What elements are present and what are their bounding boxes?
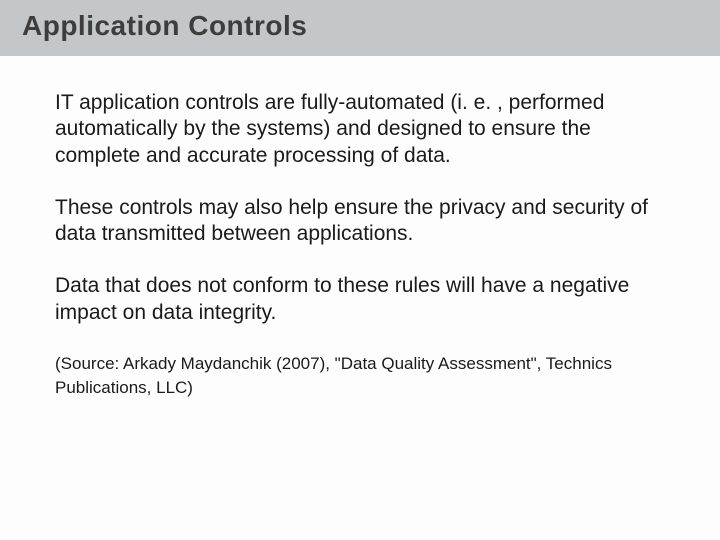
title-band: Application Controls [0,0,720,56]
paragraph-2: These controls may also help ensure the … [55,195,665,248]
paragraph-3: Data that does not conform to these rule… [55,273,665,326]
slide: Application Controls IT application cont… [0,0,720,540]
paragraph-1: IT application controls are fully-automa… [55,90,665,169]
source-citation: (Source: Arkady Maydanchik (2007), "Data… [55,352,665,401]
slide-body: IT application controls are fully-automa… [0,56,720,401]
slide-title: Application Controls [22,10,720,42]
